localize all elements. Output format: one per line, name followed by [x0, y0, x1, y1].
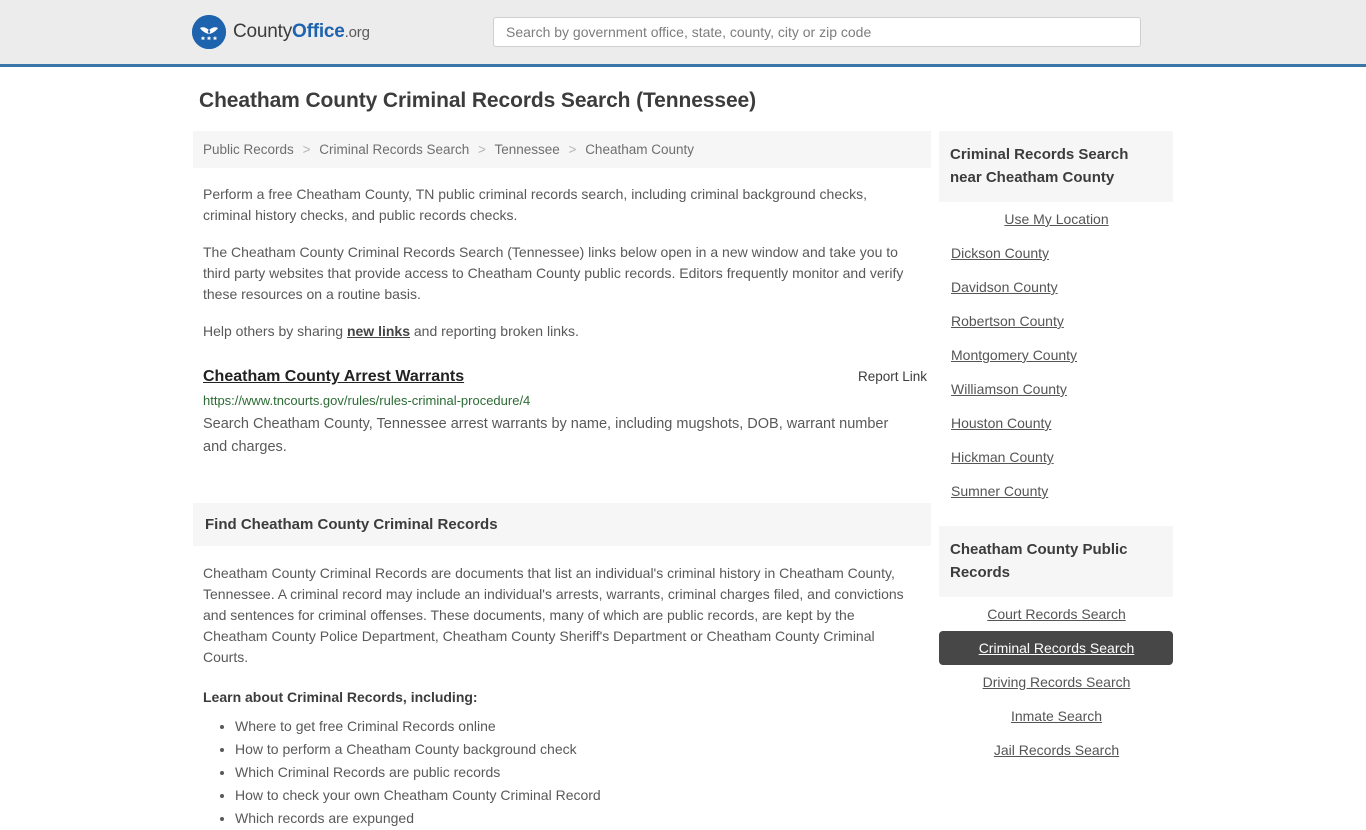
- search-container: [493, 17, 1141, 47]
- list-item: Williamson County: [939, 372, 1173, 406]
- sidebar-item-use-my-location[interactable]: Use My Location: [939, 202, 1173, 236]
- site-logo[interactable]: CountyOffice.org: [192, 15, 370, 49]
- eagle-stars-icon: [192, 15, 226, 49]
- list-item: How to perform a Cheatham County backgro…: [235, 738, 931, 761]
- sidebar-item-criminal-records-search[interactable]: Criminal Records Search: [939, 631, 1173, 665]
- page-title: Cheatham County Criminal Records Search …: [199, 89, 756, 112]
- learn-about-list: Where to get free Criminal Records onlin…: [203, 715, 931, 830]
- sidebar-nearby-list: Use My Location Dickson County Davidson …: [939, 202, 1173, 508]
- content-columns: Public Records > Criminal Records Search…: [193, 131, 1173, 830]
- share-text-after: and reporting broken links.: [410, 323, 579, 339]
- list-item: Use My Location: [939, 202, 1173, 236]
- brand-part-org: .org: [344, 24, 370, 41]
- list-item: Which records are expunged: [235, 807, 931, 830]
- list-item: Which Criminal Records are public record…: [235, 761, 931, 784]
- breadcrumb-separator: >: [568, 142, 577, 157]
- page-container: Cheatham County Criminal Records Search …: [193, 67, 1173, 830]
- list-item: Sumner County: [939, 474, 1173, 508]
- sidebar-item-inmate-search[interactable]: Inmate Search: [939, 699, 1173, 733]
- brand-part-county: County: [233, 21, 293, 42]
- result-item: Cheatham County Arrest Warrants Report L…: [203, 368, 931, 459]
- sidebar-item-houston-county[interactable]: Houston County: [939, 406, 1173, 440]
- search-input[interactable]: [493, 17, 1141, 47]
- find-records-body: Cheatham County Criminal Records are doc…: [203, 565, 904, 665]
- list-item: Criminal Records Search: [939, 631, 1173, 665]
- main-content: Public Records > Criminal Records Search…: [193, 131, 931, 830]
- sidebar-item-davidson-county[interactable]: Davidson County: [939, 270, 1173, 304]
- intro-paragraph-3: Help others by sharing new links and rep…: [203, 321, 913, 342]
- list-item: How to check your own Cheatham County Cr…: [235, 784, 931, 807]
- list-item: Houston County: [939, 406, 1173, 440]
- list-item: Court Records Search: [939, 597, 1173, 631]
- list-item: Where to get free Criminal Records onlin…: [235, 715, 931, 738]
- breadcrumb-separator: >: [302, 142, 311, 157]
- sidebar-card-nearby: Criminal Records Search near Cheatham Co…: [939, 131, 1173, 508]
- sidebar-card-public-records-heading: Cheatham County Public Records: [939, 526, 1173, 597]
- sidebar-item-driving-records-search[interactable]: Driving Records Search: [939, 665, 1173, 699]
- sidebar-item-dickson-county[interactable]: Dickson County: [939, 236, 1173, 270]
- learn-about-heading: Learn about Criminal Records, including:: [203, 689, 478, 705]
- sidebar-item-jail-records-search[interactable]: Jail Records Search: [939, 733, 1173, 767]
- sidebar-card-public-records: Cheatham County Public Records Court Rec…: [939, 526, 1173, 767]
- report-link-button[interactable]: Report Link: [858, 369, 931, 384]
- sidebar-item-montgomery-county[interactable]: Montgomery County: [939, 338, 1173, 372]
- list-item: Hickman County: [939, 440, 1173, 474]
- site-header: CountyOffice.org: [0, 0, 1366, 67]
- find-records-section-heading: Find Cheatham County Criminal Records: [193, 503, 931, 546]
- breadcrumb-separator: >: [478, 142, 486, 157]
- breadcrumb: Public Records > Criminal Records Search…: [193, 131, 931, 168]
- breadcrumb-item-public-records[interactable]: Public Records: [203, 142, 294, 157]
- list-item: Jail Records Search: [939, 733, 1173, 767]
- list-item: Montgomery County: [939, 338, 1173, 372]
- brand-part-office: Office: [292, 21, 345, 42]
- list-item: Dickson County: [939, 236, 1173, 270]
- result-description: Search Cheatham County, Tennessee arrest…: [203, 416, 889, 455]
- list-item: Inmate Search: [939, 699, 1173, 733]
- new-links-link[interactable]: new links: [347, 323, 410, 339]
- sidebar: Criminal Records Search near Cheatham Co…: [939, 131, 1173, 785]
- result-header-row: Cheatham County Arrest Warrants Report L…: [203, 368, 931, 386]
- sidebar-card-nearby-heading: Criminal Records Search near Cheatham Co…: [939, 131, 1173, 202]
- share-text-before: Help others by sharing: [203, 323, 347, 339]
- list-item: Robertson County: [939, 304, 1173, 338]
- sidebar-item-court-records-search[interactable]: Court Records Search: [939, 597, 1173, 631]
- result-title-link[interactable]: Cheatham County Arrest Warrants: [203, 368, 464, 386]
- intro-paragraph-2: The Cheatham County Criminal Records Sea…: [203, 244, 904, 302]
- sidebar-item-williamson-county[interactable]: Williamson County: [939, 372, 1173, 406]
- list-item: Driving Records Search: [939, 665, 1173, 699]
- list-item: Davidson County: [939, 270, 1173, 304]
- sidebar-item-sumner-county[interactable]: Sumner County: [939, 474, 1173, 508]
- breadcrumb-item-tennessee[interactable]: Tennessee: [494, 142, 559, 157]
- result-url[interactable]: https://www.tncourts.gov/rules/rules-cri…: [203, 393, 931, 408]
- breadcrumb-item-cheatham-county: Cheatham County: [585, 142, 694, 157]
- intro-paragraph-1: Perform a free Cheatham County, TN publi…: [203, 186, 867, 223]
- sidebar-public-records-list: Court Records Search Criminal Records Se…: [939, 597, 1173, 767]
- brand-wordmark: CountyOffice.org: [233, 21, 370, 43]
- sidebar-item-robertson-county[interactable]: Robertson County: [939, 304, 1173, 338]
- sidebar-item-hickman-county[interactable]: Hickman County: [939, 440, 1173, 474]
- breadcrumb-item-criminal-records-search[interactable]: Criminal Records Search: [319, 142, 469, 157]
